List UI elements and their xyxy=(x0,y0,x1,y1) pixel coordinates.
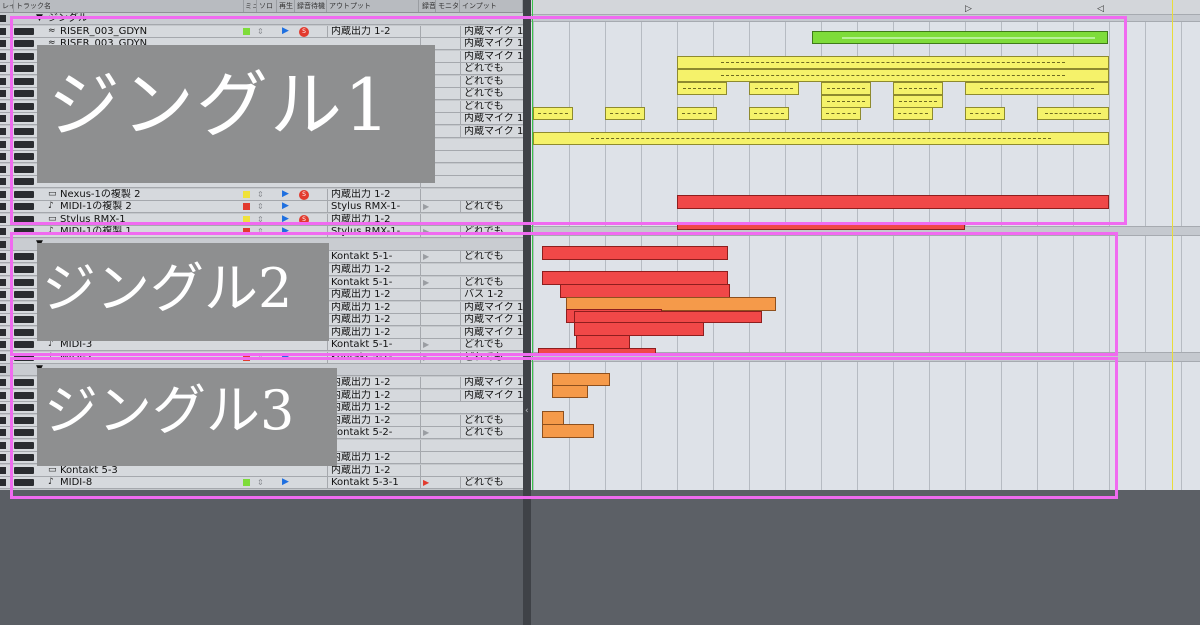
layer-toggle[interactable] xyxy=(0,266,6,273)
track-panel-empty-area xyxy=(0,490,523,625)
layer-toggle[interactable] xyxy=(0,466,6,474)
header-col-9[interactable]: インプット xyxy=(460,0,523,12)
layer-toggle[interactable] xyxy=(0,303,6,311)
bar-gridline xyxy=(1145,14,1146,490)
layer-toggle[interactable] xyxy=(0,253,6,261)
header-col-7[interactable]: 録音 xyxy=(420,0,436,12)
layer-toggle[interactable] xyxy=(0,190,6,198)
layer-toggle[interactable] xyxy=(0,441,6,449)
header-col-5[interactable]: 録音待機 xyxy=(295,0,327,12)
header-col-2[interactable]: ミュート xyxy=(243,0,257,12)
layer-toggle[interactable] xyxy=(0,391,6,399)
layer-toggle[interactable] xyxy=(0,240,6,248)
layer-toggle[interactable] xyxy=(0,52,6,60)
layer-toggle[interactable] xyxy=(0,479,6,487)
layer-toggle[interactable] xyxy=(0,341,6,349)
layer-toggle[interactable] xyxy=(0,178,6,186)
layer-toggle[interactable] xyxy=(0,153,6,161)
layer-toggle[interactable] xyxy=(0,366,6,374)
layer-toggle[interactable] xyxy=(0,278,6,286)
layer-toggle[interactable] xyxy=(0,404,6,412)
layer-toggle[interactable] xyxy=(0,15,6,22)
header-col-0[interactable]: レイヤ xyxy=(0,0,14,12)
header-col-8[interactable]: モニタ xyxy=(436,0,460,12)
bar-gridline xyxy=(1181,14,1182,490)
layer-toggle[interactable] xyxy=(0,228,6,236)
layer-toggle[interactable] xyxy=(0,416,6,424)
jingle-3-frame xyxy=(10,357,1118,499)
header-col-6[interactable]: アウトプット xyxy=(327,0,419,12)
layer-toggle[interactable] xyxy=(0,77,6,85)
layer-toggle[interactable] xyxy=(0,291,6,299)
layer-toggle[interactable] xyxy=(0,90,6,98)
layer-toggle[interactable] xyxy=(0,127,6,135)
layer-toggle[interactable] xyxy=(0,378,6,386)
loop-end-marker-icon[interactable]: ◁ xyxy=(1097,4,1104,14)
jingle-2-frame xyxy=(10,232,1118,356)
layer-toggle[interactable] xyxy=(0,328,6,336)
jingle-1-frame xyxy=(10,16,1127,225)
header-col-4[interactable]: 再生 xyxy=(277,0,295,12)
layer-toggle[interactable] xyxy=(0,40,6,48)
layer-toggle[interactable] xyxy=(0,203,6,211)
layer-toggle[interactable] xyxy=(0,353,6,361)
layer-toggle[interactable] xyxy=(0,102,6,110)
layer-toggle[interactable] xyxy=(0,215,6,223)
layer-toggle[interactable] xyxy=(0,165,6,173)
loop-start-marker-icon[interactable]: ▷ xyxy=(965,4,972,14)
timeline-ruler[interactable]: ▷ ◁ xyxy=(531,0,1200,15)
end-marker xyxy=(1172,0,1173,490)
layer-toggle[interactable] xyxy=(0,115,6,123)
layer-toggle[interactable] xyxy=(0,454,6,462)
layer-toggle[interactable] xyxy=(0,27,6,35)
header-col-1[interactable]: トラック名 xyxy=(14,0,244,12)
track-list-header: レイヤトラック名ミュートソロ再生録音待機アウトプット録音モニタインプット xyxy=(0,0,523,13)
layer-toggle[interactable] xyxy=(0,140,6,148)
layer-toggle[interactable] xyxy=(0,65,6,73)
header-col-3[interactable]: ソロ xyxy=(257,0,277,12)
arrange-empty-area xyxy=(531,490,1200,625)
layer-toggle[interactable] xyxy=(0,316,6,324)
layer-toggle[interactable] xyxy=(0,429,6,437)
